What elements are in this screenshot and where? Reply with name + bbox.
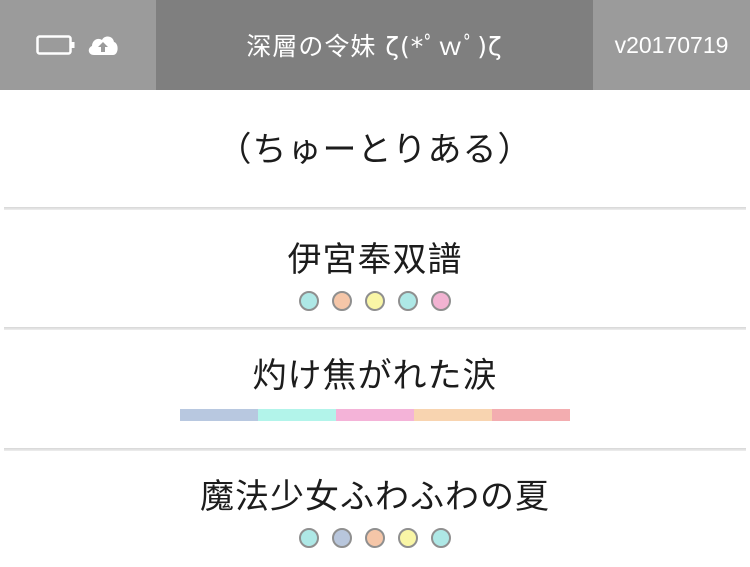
color-bar-segment — [180, 409, 258, 421]
difficulty-dot — [398, 291, 418, 311]
difficulty-dots — [299, 528, 451, 548]
difficulty-dot — [365, 291, 385, 311]
difficulty-dot — [299, 291, 319, 311]
color-bar-segment — [258, 409, 336, 421]
song-title: 魔法少女ふわふわの夏 — [200, 477, 550, 517]
song-item-imiya[interactable]: 伊宮奉双譜 — [0, 210, 750, 327]
cloud-upload-icon[interactable] — [86, 33, 120, 57]
song-item-tutorial[interactable]: （ちゅーとりある） — [0, 90, 750, 207]
song-item-yakekogareta[interactable]: 灼け焦がれた涙 — [0, 330, 750, 448]
status-area — [0, 0, 156, 90]
color-bar-segment — [336, 409, 414, 421]
song-item-mahou-shoujo[interactable]: 魔法少女ふわふわの夏 — [0, 451, 750, 567]
song-title: 灼け焦がれた涙 — [252, 356, 498, 396]
color-bar-segment — [414, 409, 492, 421]
difficulty-dot — [431, 528, 451, 548]
difficulty-dot — [332, 528, 352, 548]
difficulty-dot — [332, 291, 352, 311]
difficulty-dots — [299, 291, 451, 311]
song-list: （ちゅーとりある） 伊宮奉双譜 灼け焦がれた涙 魔法少女ふわふわの夏 — [0, 90, 750, 567]
song-title: （ちゅーとりある） — [217, 130, 533, 170]
song-title: 伊宮奉双譜 — [287, 240, 463, 280]
color-bar — [180, 409, 570, 421]
difficulty-dot — [398, 528, 418, 548]
version-label: v20170719 — [593, 0, 750, 90]
difficulty-dot — [299, 528, 319, 548]
color-bar-segment — [492, 409, 570, 421]
app-title: 深層の令妹 ζ(*ﾟｗﾟ)ζ — [156, 0, 593, 90]
battery-icon — [36, 34, 76, 56]
difficulty-dot — [365, 528, 385, 548]
difficulty-dot — [431, 291, 451, 311]
top-bar: 深層の令妹 ζ(*ﾟｗﾟ)ζ v20170719 — [0, 0, 750, 90]
